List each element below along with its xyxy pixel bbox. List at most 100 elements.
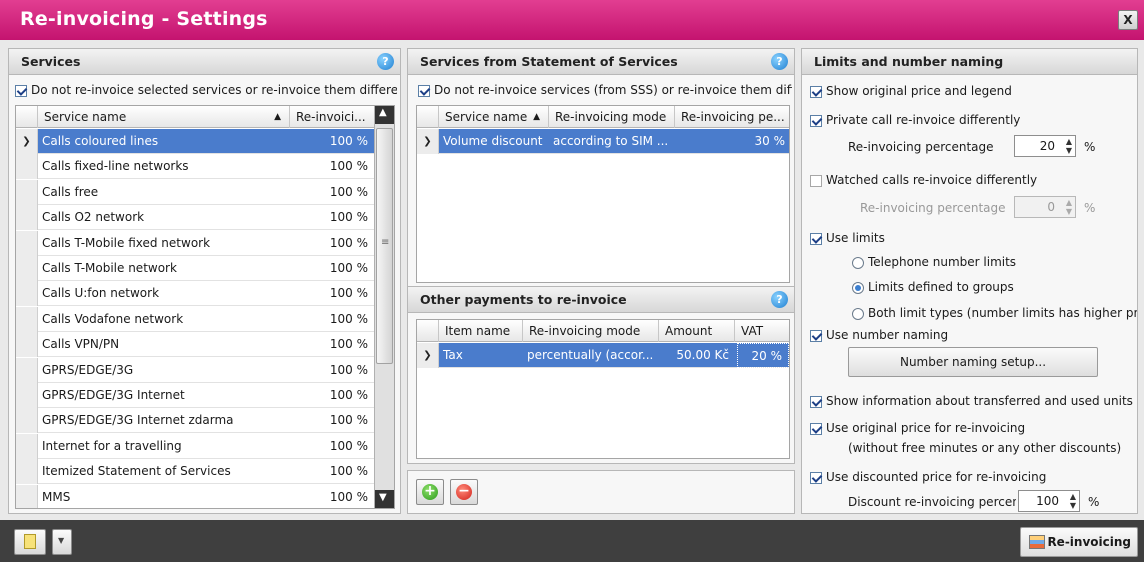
cell-service-name[interactable]: Calls coloured lines (38, 129, 290, 154)
table-row[interactable]: Calls U:fon network 100 % (16, 281, 374, 307)
column-reinvoicing[interactable]: Re-invoici... (290, 106, 376, 128)
table-row[interactable]: GPRS/EDGE/3G Internet zdarma 100 % (16, 408, 374, 434)
radio-group-limits[interactable]: Limits defined to groups (852, 280, 1014, 294)
cell-service-name[interactable]: Calls fixed-line networks (38, 154, 290, 179)
table-row[interactable]: Itemized Statement of Services 100 % (16, 459, 374, 485)
cell-reinvoicing-pct[interactable]: 100 % (290, 459, 374, 484)
cell-service-name[interactable]: Calls VPN/PN (38, 332, 290, 357)
checkbox-icon[interactable] (810, 232, 822, 245)
show-original-checkbox[interactable]: Show original price and legend (810, 84, 1012, 98)
reinvoicing-button[interactable]: Re-invoicing (1020, 527, 1138, 557)
cell-service-name[interactable]: GPRS/EDGE/3G Internet zdarma (38, 408, 290, 433)
spinner-arrows-icon[interactable]: ▲ ▼ (1066, 198, 1072, 216)
cell-service-name[interactable]: Calls T-Mobile fixed network (38, 231, 290, 256)
cell-reinvoicing-mode[interactable]: according to SIM ... (549, 129, 675, 154)
cell-service-name[interactable]: MMS (38, 485, 290, 508)
radio-icon[interactable] (852, 256, 864, 269)
column-reinvoicing-mode[interactable]: Re-invoicing mode (549, 106, 675, 128)
checkbox-icon[interactable] (15, 84, 27, 97)
cell-reinvoicing-pct[interactable]: 100 % (290, 231, 374, 256)
cell-service-name[interactable]: Calls O2 network (38, 205, 290, 230)
services-checkbox[interactable]: Do not re-invoice selected services or r… (15, 83, 397, 97)
help-icon[interactable]: ? (771, 291, 788, 308)
cell-reinvoicing-pct[interactable]: 100 % (290, 180, 374, 205)
services-grid[interactable]: Service name ▲ Re-invoici... ❯ Calls colou… (15, 105, 395, 509)
table-row[interactable]: GPRS/EDGE/3G Internet 100 % (16, 383, 374, 408)
spinner-arrows-icon[interactable]: ▲ ▼ (1066, 137, 1072, 155)
cell-item-name[interactable]: Tax (439, 343, 523, 368)
menu-dropdown-button[interactable]: ▼ (52, 529, 72, 555)
table-row[interactable]: Calls O2 network 100 % (16, 205, 374, 231)
table-row[interactable]: Calls fixed-line networks 100 % (16, 154, 374, 180)
notes-button[interactable] (14, 529, 46, 555)
cell-amount[interactable]: 50.00 Kč (659, 343, 735, 368)
table-row[interactable]: Calls Vodafone network 100 % (16, 306, 374, 332)
cell-service-name[interactable]: GPRS/EDGE/3G Internet (38, 383, 290, 408)
cell-reinvoicing-pct[interactable]: 100 % (290, 434, 374, 459)
show-units-checkbox[interactable]: Show information about transferred and u… (810, 394, 1133, 408)
column-reinvoicing-pct[interactable]: Re-invoicing pe... (675, 106, 789, 128)
cell-reinvoicing-pct[interactable]: 100 % (290, 358, 374, 383)
cell-reinvoicing-pct[interactable]: 100 % (290, 408, 374, 433)
cell-reinvoicing-pct[interactable]: 30 % (675, 129, 789, 154)
table-row[interactable]: ❯ Tax percentually (accor... 50.00 Kč 20… (417, 343, 789, 368)
cell-service-name[interactable]: Volume discount (439, 129, 549, 154)
services-scrollbar[interactable]: ▲ ≡ ▼ (374, 106, 394, 508)
checkbox-icon[interactable] (810, 395, 822, 408)
radio-icon[interactable] (852, 307, 864, 320)
other-payments-grid[interactable]: Item name Re-invoicing mode Amount VAT ❯… (416, 319, 790, 459)
cell-reinvoicing-mode[interactable]: percentually (accor... (523, 343, 659, 368)
cell-service-name[interactable]: Calls U:fon network (38, 281, 290, 306)
cell-reinvoicing-pct[interactable]: 100 % (290, 256, 374, 281)
checkbox-icon[interactable] (810, 174, 822, 187)
spinner-arrows-icon[interactable]: ▲ ▼ (1070, 492, 1076, 510)
cell-reinvoicing-pct[interactable]: 100 % (290, 332, 374, 357)
table-row[interactable]: Internet for a travelling 100 % (16, 433, 374, 459)
checkbox-icon[interactable] (810, 85, 822, 98)
table-row[interactable]: Calls VPN/PN 100 % (16, 332, 374, 358)
discount-pct-stepper[interactable]: 100 ▲ ▼ (1018, 490, 1080, 512)
watched-pct-stepper[interactable]: 0 ▲ ▼ (1014, 196, 1076, 218)
column-service-name[interactable]: Service name ▲ (439, 106, 549, 128)
cell-service-name[interactable]: Calls free (38, 180, 290, 205)
table-row[interactable]: GPRS/EDGE/3G 100 % (16, 357, 374, 383)
cell-service-name[interactable]: Itemized Statement of Services (38, 459, 290, 484)
column-reinvoicing-mode[interactable]: Re-invoicing mode (523, 320, 659, 342)
checkbox-icon[interactable] (810, 114, 822, 127)
number-naming-setup-button[interactable]: Number naming setup... (848, 347, 1098, 377)
help-icon[interactable]: ? (771, 53, 788, 70)
private-calls-checkbox[interactable]: Private call re-invoice differently (810, 113, 1020, 127)
table-row[interactable]: Calls T-Mobile fixed network 100 % (16, 230, 374, 256)
use-discounted-checkbox[interactable]: Use discounted price for re-invoicing (810, 470, 1046, 484)
cell-service-name[interactable]: Internet for a travelling (38, 434, 290, 459)
cell-service-name[interactable]: Calls Vodafone network (38, 307, 290, 332)
use-limits-checkbox[interactable]: Use limits (810, 231, 885, 245)
watched-calls-checkbox[interactable]: Watched calls re-invoice differently (810, 173, 1037, 187)
radio-selected-icon[interactable] (852, 281, 864, 294)
scroll-up-button[interactable]: ▲ (375, 106, 394, 124)
cell-service-name[interactable]: GPRS/EDGE/3G (38, 358, 290, 383)
close-button[interactable]: X (1118, 10, 1138, 30)
scroll-thumb[interactable]: ≡ (376, 128, 393, 364)
remove-button[interactable]: − (450, 479, 478, 505)
cell-reinvoicing-pct[interactable]: 100 % (290, 154, 374, 179)
cell-reinvoicing-pct[interactable]: 100 % (290, 307, 374, 332)
cell-reinvoicing-pct[interactable]: 100 % (290, 205, 374, 230)
cell-reinvoicing-pct[interactable]: 100 % (290, 383, 374, 408)
table-row[interactable]: ❯ Volume discount according to SIM ... 3… (417, 129, 789, 154)
use-original-checkbox[interactable]: Use original price for re-invoicing (810, 421, 1025, 435)
table-row[interactable]: ❯ Calls coloured lines 100 % (16, 129, 374, 154)
checkbox-icon[interactable] (418, 84, 430, 97)
scroll-down-button[interactable]: ▼ (375, 490, 394, 508)
table-row[interactable]: Calls T-Mobile network 100 % (16, 256, 374, 281)
checkbox-icon[interactable] (810, 329, 822, 342)
private-pct-stepper[interactable]: 20 ▲ ▼ (1014, 135, 1076, 157)
column-item-name[interactable]: Item name (439, 320, 523, 342)
checkbox-icon[interactable] (810, 422, 822, 435)
column-service-name[interactable]: Service name ▲ (38, 106, 290, 128)
table-row[interactable]: MMS 100 % (16, 484, 374, 508)
column-amount[interactable]: Amount (659, 320, 735, 342)
add-button[interactable]: + (416, 479, 444, 505)
radio-both-limits[interactable]: Both limit types (number limits has high… (852, 306, 1137, 320)
checkbox-icon[interactable] (810, 471, 822, 484)
